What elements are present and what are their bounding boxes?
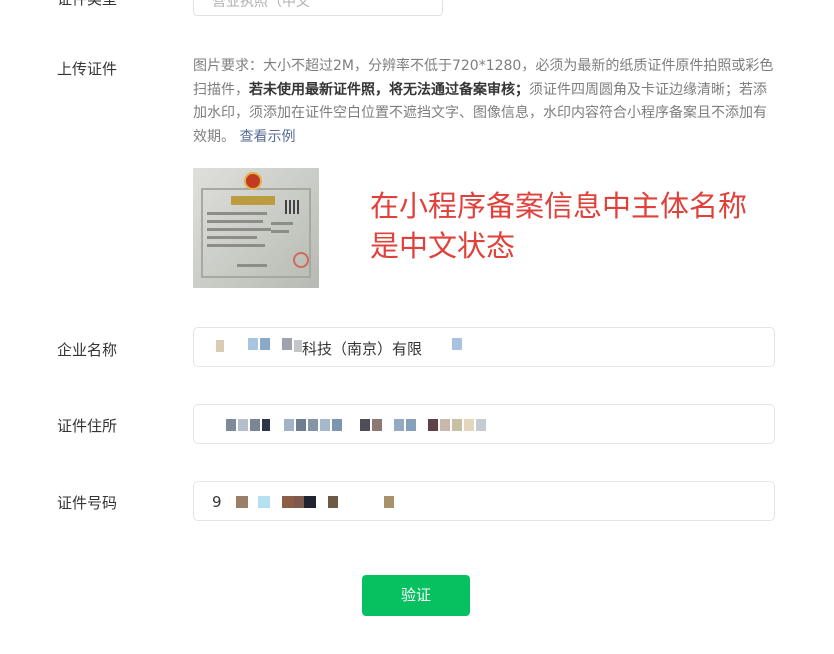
redacted-block xyxy=(282,338,292,350)
certificate-text-line xyxy=(207,236,257,239)
upload-requirements: 图片要求：大小不超过2M，分辨率不低于720*1280，必须为最新的纸质证件原件… xyxy=(193,55,778,149)
cert-number-label: 证件号码 xyxy=(57,494,118,512)
address-input[interactable] xyxy=(193,404,775,444)
redacted-block xyxy=(308,419,318,431)
view-example-link[interactable]: 查看示例 xyxy=(239,129,295,145)
redacted-block xyxy=(428,419,438,431)
upload-requirements-warning: 若未使用最新证件照，将无法通过备案审核； xyxy=(249,81,529,98)
cert-number-visible-text: 9 xyxy=(212,493,222,511)
redacted-block xyxy=(394,419,404,431)
redacted-block xyxy=(258,496,270,508)
company-name-input[interactable]: 科技（南京）有限 xyxy=(193,327,775,367)
redacted-block xyxy=(296,419,306,431)
redacted-block xyxy=(406,419,416,431)
redacted-block xyxy=(226,419,236,431)
redacted-block xyxy=(304,496,316,508)
redacted-block xyxy=(282,496,294,508)
upload-cert-label: 上传证件 xyxy=(57,60,118,78)
redacted-block xyxy=(262,419,270,431)
redacted-block xyxy=(250,419,260,431)
redacted-block xyxy=(464,419,474,431)
redacted-block xyxy=(440,419,450,431)
company-name-label: 企业名称 xyxy=(57,341,118,359)
redacted-block xyxy=(332,419,342,431)
qr-code-icon xyxy=(285,200,299,214)
annotation-line-1: 在小程序备案信息中主体名称 xyxy=(370,189,748,223)
redacted-block xyxy=(236,496,248,508)
redacted-block xyxy=(372,419,382,431)
redacted-block xyxy=(328,496,338,508)
redacted-block xyxy=(384,496,394,508)
redacted-block xyxy=(294,496,304,508)
redacted-block xyxy=(320,419,330,431)
cert-type-select-value: 营业执照（中文 xyxy=(212,0,310,10)
certificate-thumbnail[interactable] xyxy=(193,168,319,288)
cert-number-input[interactable]: 9 xyxy=(193,481,775,521)
certificate-text-line xyxy=(271,230,289,233)
redacted-block xyxy=(238,419,248,431)
redacted-block xyxy=(360,419,370,431)
cert-type-select[interactable]: 营业执照（中文 xyxy=(193,0,443,16)
cert-type-label: 证件类型 xyxy=(57,0,117,9)
redacted-block xyxy=(284,419,294,431)
certificate-text-line xyxy=(207,228,271,231)
annotation-line-2: 是中文状态 xyxy=(370,229,516,263)
certificate-title-block xyxy=(231,196,275,205)
national-emblem-icon xyxy=(246,174,260,188)
redacted-block xyxy=(216,340,224,352)
redacted-block xyxy=(260,338,270,350)
redacted-block xyxy=(452,419,462,431)
redacted-block xyxy=(294,340,302,352)
certificate-text-line xyxy=(271,222,293,225)
redacted-block xyxy=(248,338,258,350)
official-seal-icon xyxy=(293,252,309,268)
redacted-block xyxy=(476,419,486,431)
company-name-visible-text: 科技（南京）有限 xyxy=(302,340,423,358)
certificate-text-line xyxy=(207,212,267,215)
page: 证件类型 营业执照（中文 上传证件 图片要求：大小不超过2M，分辨率不低于720… xyxy=(0,0,834,654)
red-annotation: 在小程序备案信息中主体名称 是中文状态 xyxy=(370,186,790,266)
redacted-block xyxy=(452,338,462,350)
verify-button[interactable]: 验证 xyxy=(362,575,470,616)
certificate-text-line xyxy=(237,264,267,267)
certificate-text-line xyxy=(207,220,263,223)
certificate-text-line xyxy=(207,244,265,247)
address-label: 证件住所 xyxy=(57,417,118,435)
